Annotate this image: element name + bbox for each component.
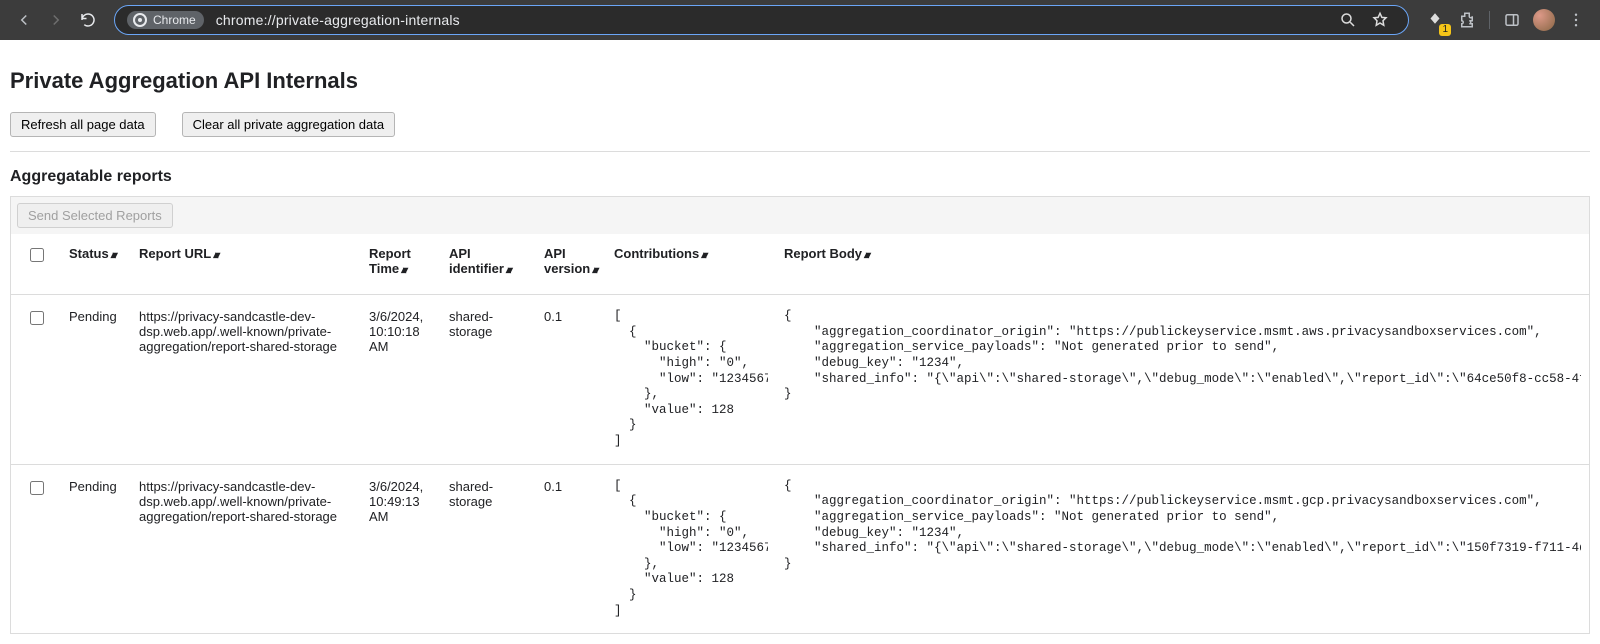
cell-status: Pending (61, 464, 131, 633)
bookmark-star-icon[interactable] (1366, 6, 1394, 34)
col-contrib[interactable]: Contributions▴▾ (606, 234, 776, 295)
chrome-label: Chrome (153, 13, 196, 27)
cell-status: Pending (61, 295, 131, 465)
clear-button[interactable]: Clear all private aggregation data (182, 112, 396, 137)
puzzle-icon[interactable] (1453, 6, 1481, 34)
menu-dots-icon[interactable] (1562, 6, 1590, 34)
toolbar-divider (1489, 11, 1490, 29)
cell-url: https://privacy-sandcastle-dev-dsp.web.a… (131, 295, 361, 465)
sort-icon: ▴▾ (213, 250, 217, 261)
sort-icon: ▴▾ (401, 265, 405, 276)
cell-contrib: [ { "bucket": { "high": "0", "low": "123… (606, 295, 776, 465)
table-row: Pendinghttps://privacy-sandcastle-dev-ds… (11, 464, 1589, 633)
section-title: Aggregatable reports (10, 168, 1590, 186)
refresh-button[interactable]: Refresh all page data (10, 112, 156, 137)
extension-count: 1 (1439, 24, 1451, 36)
row-checkbox[interactable] (30, 481, 44, 495)
col-version[interactable]: API version▴▾ (536, 234, 606, 295)
table-row: Pendinghttps://privacy-sandcastle-dev-ds… (11, 295, 1589, 465)
col-body[interactable]: Report Body▴▾ (776, 234, 1589, 295)
zoom-icon[interactable] (1334, 6, 1362, 34)
reload-button[interactable] (74, 6, 102, 34)
row-checkbox[interactable] (30, 311, 44, 325)
col-time[interactable]: Report Time▴▾ (361, 234, 441, 295)
back-button[interactable] (10, 6, 38, 34)
cell-time: 3/6/2024, 10:49:13 AM (361, 464, 441, 633)
col-url[interactable]: Report URL▴▾ (131, 234, 361, 295)
cell-contrib: [ { "bucket": { "high": "0", "low": "123… (606, 464, 776, 633)
send-reports-button[interactable]: Send Selected Reports (17, 203, 173, 228)
address-bar[interactable]: Chrome chrome://private-aggregation-inte… (114, 5, 1409, 35)
table-header-row: Status▴▾ Report URL▴▾ Report Time▴▾ API … (11, 234, 1589, 295)
cell-version: 0.1 (536, 295, 606, 465)
forward-button[interactable] (42, 6, 70, 34)
sort-icon: ▴▾ (111, 250, 115, 261)
table-toolbar: Send Selected Reports (11, 196, 1589, 234)
extension-icon[interactable]: 1 (1421, 6, 1449, 34)
sort-icon: ▴▾ (592, 265, 596, 276)
page-title: Private Aggregation API Internals (10, 68, 1590, 94)
chrome-badge: Chrome (127, 11, 204, 29)
col-status[interactable]: Status▴▾ (61, 234, 131, 295)
chrome-icon (133, 13, 147, 27)
reports-table: Status▴▾ Report URL▴▾ Report Time▴▾ API … (11, 234, 1589, 633)
sort-icon: ▴▾ (864, 250, 868, 261)
toolbar-right: 1 (1419, 6, 1592, 34)
col-api[interactable]: API identifier▴▾ (441, 234, 536, 295)
sort-icon: ▴▾ (506, 265, 510, 276)
cell-body: { "aggregation_coordinator_origin": "htt… (776, 295, 1589, 465)
cell-api: shared-storage (441, 464, 536, 633)
divider (10, 151, 1590, 152)
sort-icon: ▴▾ (701, 250, 705, 261)
browser-toolbar: Chrome chrome://private-aggregation-inte… (0, 0, 1600, 40)
side-panel-icon[interactable] (1498, 6, 1526, 34)
cell-url: https://privacy-sandcastle-dev-dsp.web.a… (131, 464, 361, 633)
cell-version: 0.1 (536, 464, 606, 633)
cell-time: 3/6/2024, 10:10:18 AM (361, 295, 441, 465)
reports-table-wrap: Send Selected Reports Status▴▾ Report UR… (10, 196, 1590, 634)
top-buttons: Refresh all page data Clear all private … (10, 112, 1590, 137)
profile-avatar[interactable] (1530, 6, 1558, 34)
select-all-checkbox[interactable] (30, 248, 44, 262)
page-content: Private Aggregation API Internals Refres… (0, 40, 1600, 644)
cell-body: { "aggregation_coordinator_origin": "htt… (776, 464, 1589, 633)
url-text: chrome://private-aggregation-internals (216, 12, 460, 28)
cell-api: shared-storage (441, 295, 536, 465)
